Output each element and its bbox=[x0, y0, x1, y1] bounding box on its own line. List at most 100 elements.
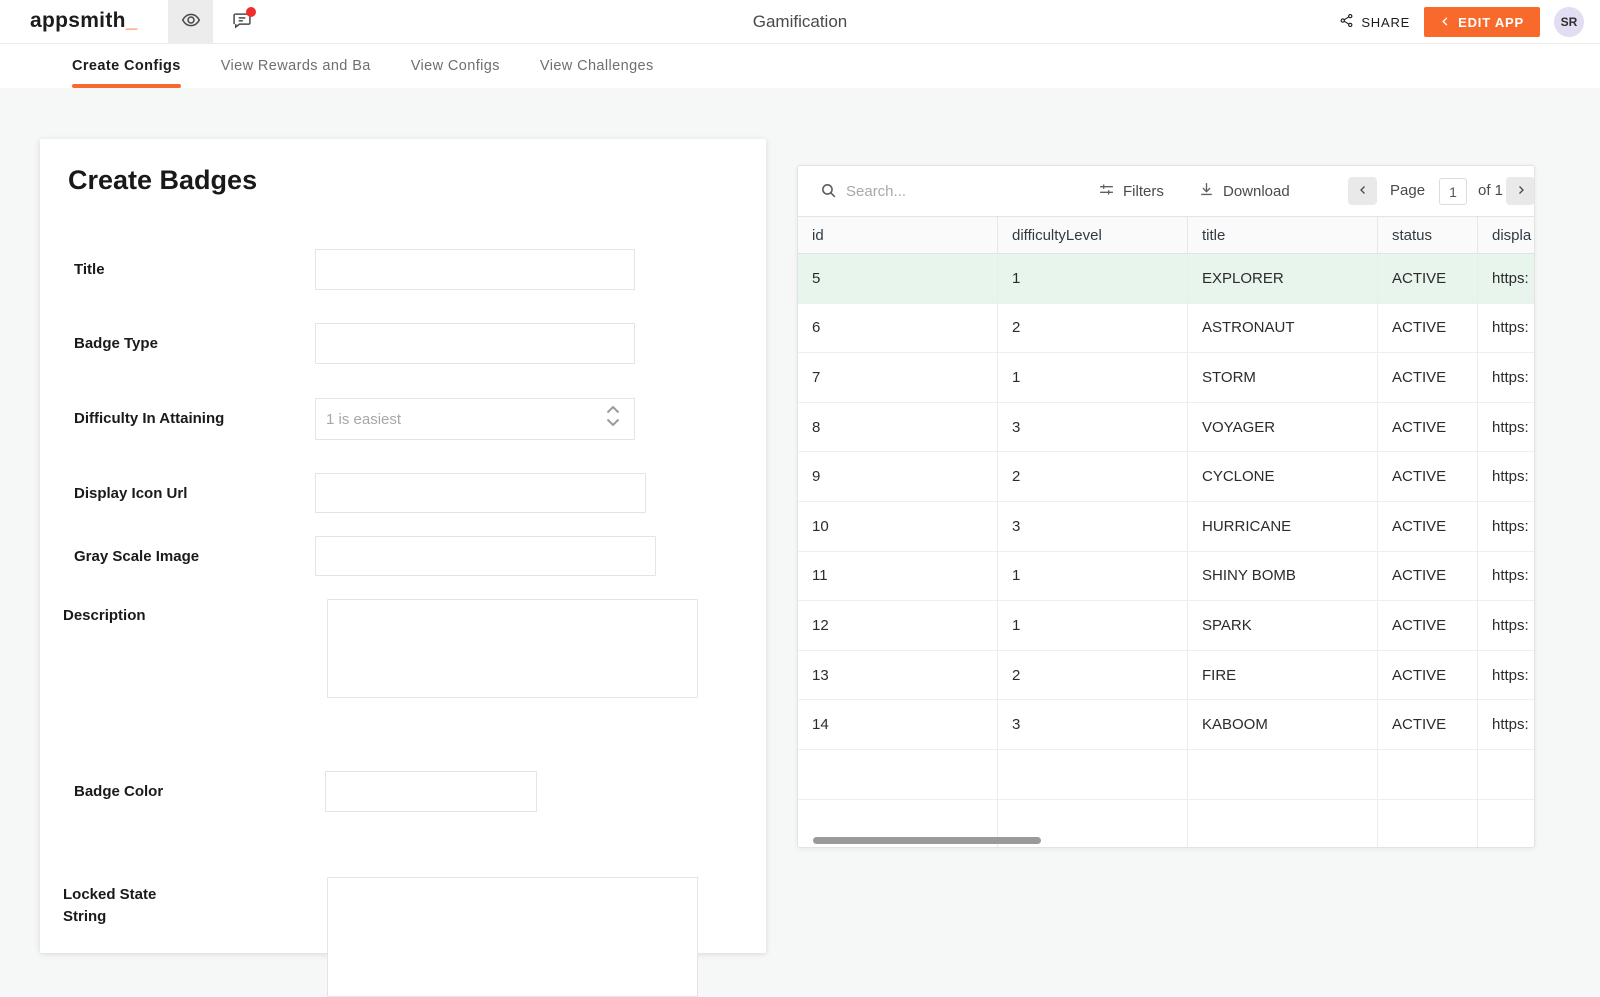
filters-button[interactable]: Filters bbox=[1098, 166, 1164, 216]
cell-status: ACTIVE bbox=[1378, 700, 1478, 749]
table-row[interactable]: 8 3 VOYAGER ACTIVE https: bbox=[798, 403, 1535, 453]
title-input[interactable] bbox=[315, 249, 635, 290]
next-page-button[interactable] bbox=[1506, 177, 1535, 205]
cell-display: https: bbox=[1478, 700, 1535, 749]
page-number-input[interactable] bbox=[1439, 178, 1467, 205]
cell-id: 6 bbox=[798, 304, 998, 353]
badge-type-input[interactable] bbox=[315, 323, 635, 364]
cell-title: KABOOM bbox=[1188, 700, 1378, 749]
share-icon bbox=[1339, 13, 1354, 31]
cell-display: https: bbox=[1478, 552, 1535, 601]
user-avatar[interactable]: SR bbox=[1554, 7, 1584, 37]
table-row[interactable]: 9 2 CYCLONE ACTIVE https: bbox=[798, 452, 1535, 502]
download-button[interactable]: Download bbox=[1198, 166, 1290, 216]
cell-display: https: bbox=[1478, 353, 1535, 402]
cell-title: ASTRONAUT bbox=[1188, 304, 1378, 353]
cell-display: https: bbox=[1478, 502, 1535, 551]
cell-difficultyLevel: 1 bbox=[998, 254, 1188, 303]
chevron-left-icon bbox=[1357, 184, 1369, 199]
page-total-label: of 1 bbox=[1478, 166, 1503, 216]
table-row[interactable]: 6 2 ASTRONAUT ACTIVE https: bbox=[798, 304, 1535, 354]
column-header-id[interactable]: id bbox=[798, 217, 998, 253]
cell-title: CYCLONE bbox=[1188, 452, 1378, 501]
chevron-right-icon bbox=[1515, 184, 1527, 199]
table-row[interactable] bbox=[798, 750, 1535, 800]
download-label: Download bbox=[1223, 183, 1290, 200]
cell-id: 13 bbox=[798, 651, 998, 700]
table-header-row: id difficultyLevel title status displa bbox=[798, 216, 1535, 254]
cell-display: https: bbox=[1478, 651, 1535, 700]
difficulty-input[interactable] bbox=[315, 398, 635, 440]
cell-title: SHINY BOMB bbox=[1188, 552, 1378, 601]
share-label: SHARE bbox=[1361, 15, 1410, 30]
horizontal-scrollbar[interactable] bbox=[813, 837, 1041, 844]
cell-difficultyLevel: 1 bbox=[998, 552, 1188, 601]
column-header-display[interactable]: displa bbox=[1478, 217, 1535, 253]
cell-display: https: bbox=[1478, 601, 1535, 650]
gray-scale-image-input[interactable] bbox=[315, 536, 656, 576]
edit-app-label: EDIT APP bbox=[1458, 15, 1524, 30]
cell-difficultyLevel: 3 bbox=[998, 502, 1188, 551]
column-header-status[interactable]: status bbox=[1378, 217, 1478, 253]
stepper-up-icon[interactable] bbox=[606, 405, 620, 414]
cell-status: ACTIVE bbox=[1378, 403, 1478, 452]
cell-title: SPARK bbox=[1188, 601, 1378, 650]
edit-app-button[interactable]: EDIT APP bbox=[1424, 7, 1540, 37]
cell-status: ACTIVE bbox=[1378, 601, 1478, 650]
cell-id: 9 bbox=[798, 452, 998, 501]
table-row[interactable]: 10 3 HURRICANE ACTIVE https: bbox=[798, 502, 1535, 552]
table-row[interactable]: 5 1 EXPLORER ACTIVE https: bbox=[798, 254, 1535, 304]
table-row[interactable]: 7 1 STORM ACTIVE https: bbox=[798, 353, 1535, 403]
tab-view-rewards[interactable]: View Rewards and Ba bbox=[221, 44, 371, 88]
cell-title: FIRE bbox=[1188, 651, 1378, 700]
gray-scale-image-label: Gray Scale Image bbox=[74, 536, 199, 577]
cell-status: ACTIVE bbox=[1378, 651, 1478, 700]
search-input[interactable] bbox=[846, 179, 1036, 203]
page-tabs: Create Configs View Rewards and Ba View … bbox=[0, 44, 1600, 88]
column-header-title[interactable]: title bbox=[1188, 217, 1378, 253]
locked-state-string-label: Locked State String bbox=[63, 884, 203, 928]
cell-id: 5 bbox=[798, 254, 998, 303]
cell-difficultyLevel bbox=[998, 750, 1188, 799]
cell-status bbox=[1378, 750, 1478, 799]
tab-view-configs[interactable]: View Configs bbox=[411, 44, 500, 88]
cell-status: ACTIVE bbox=[1378, 502, 1478, 551]
table-row[interactable]: 13 2 FIRE ACTIVE https: bbox=[798, 651, 1535, 701]
description-textarea[interactable] bbox=[327, 599, 698, 698]
filters-label: Filters bbox=[1123, 183, 1164, 200]
badge-color-input[interactable] bbox=[325, 771, 537, 812]
tab-create-configs[interactable]: Create Configs bbox=[72, 44, 181, 88]
description-label: Description bbox=[63, 607, 146, 624]
stepper-down-icon[interactable] bbox=[606, 418, 620, 427]
cell-status: ACTIVE bbox=[1378, 552, 1478, 601]
table-row[interactable]: 12 1 SPARK ACTIVE https: bbox=[798, 601, 1535, 651]
table-body: 5 1 EXPLORER ACTIVE https: 6 2 ASTRONAUT… bbox=[798, 254, 1535, 848]
title-label: Title bbox=[74, 249, 105, 290]
cell-display bbox=[1478, 750, 1535, 799]
difficulty-label: Difficulty In Attaining bbox=[74, 398, 224, 439]
table-row[interactable]: 14 3 KABOOM ACTIVE https: bbox=[798, 700, 1535, 750]
previous-page-button[interactable] bbox=[1348, 177, 1377, 205]
cell-display bbox=[1478, 800, 1535, 848]
tab-view-challenges[interactable]: View Challenges bbox=[540, 44, 654, 88]
display-icon-url-input[interactable] bbox=[315, 473, 646, 513]
column-header-difficultyLevel[interactable]: difficultyLevel bbox=[998, 217, 1188, 253]
search-icon bbox=[820, 182, 837, 204]
cell-id: 11 bbox=[798, 552, 998, 601]
locked-state-string-textarea[interactable] bbox=[327, 877, 698, 997]
table-toolbar: Filters Download Page of 1 bbox=[798, 166, 1534, 216]
cell-id bbox=[798, 750, 998, 799]
cell-display: https: bbox=[1478, 304, 1535, 353]
cell-difficultyLevel: 1 bbox=[998, 353, 1188, 402]
badge-type-label: Badge Type bbox=[74, 323, 158, 364]
badges-table: Filters Download Page of 1 id difficulty bbox=[797, 165, 1535, 848]
chevron-left-icon bbox=[1440, 15, 1451, 30]
page-label: Page bbox=[1390, 166, 1425, 216]
cell-id: 10 bbox=[798, 502, 998, 551]
share-button[interactable]: SHARE bbox=[1339, 13, 1410, 31]
form-title: Create Badges bbox=[68, 165, 257, 196]
cell-id: 8 bbox=[798, 403, 998, 452]
table-row[interactable]: 11 1 SHINY BOMB ACTIVE https: bbox=[798, 552, 1535, 602]
cell-id: 7 bbox=[798, 353, 998, 402]
cell-status: ACTIVE bbox=[1378, 304, 1478, 353]
